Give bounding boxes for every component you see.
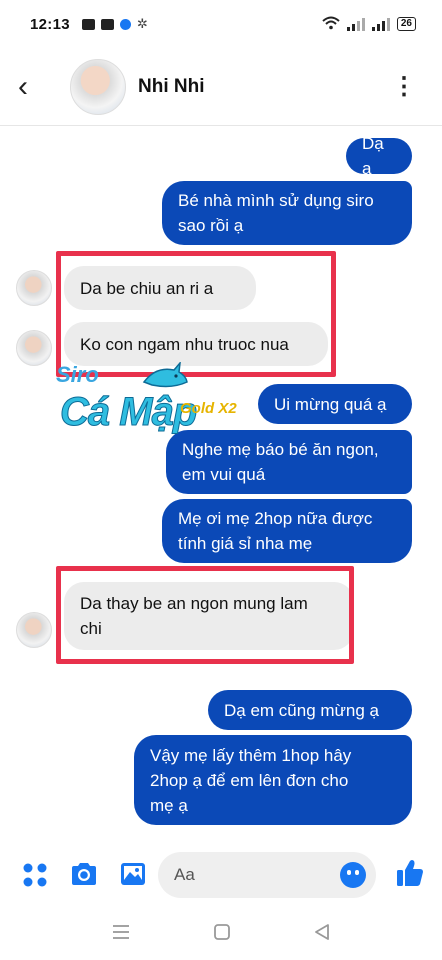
status-bar: 12:13 ✲ 26 xyxy=(0,0,442,48)
back-arrow-icon[interactable]: ‹ xyxy=(18,71,58,102)
camera-icon[interactable] xyxy=(70,861,98,887)
contact-name[interactable]: Nhi Nhi xyxy=(138,76,205,98)
bug-icon: ✲ xyxy=(136,16,148,31)
battery-indicator: 26 xyxy=(396,17,416,31)
message-text: Mẹ ơi mẹ 2hop nữa được xyxy=(178,509,373,528)
wifi-icon xyxy=(322,16,340,33)
message-text: em vui quá xyxy=(182,465,266,484)
message-text: 2hop ạ để em lên đơn cho xyxy=(150,770,349,790)
message-text: Dạ em cũng mừng ạ xyxy=(224,700,380,720)
message-bubble-outgoing[interactable]: Dạ ạ xyxy=(346,134,412,178)
sender-avatar[interactable] xyxy=(16,270,52,306)
message-text: Dạ ạ xyxy=(362,134,384,178)
shark-icon xyxy=(142,362,188,388)
message-input[interactable]: Aa xyxy=(158,852,376,898)
message-composer: Aa xyxy=(0,846,442,904)
back-triangle-icon[interactable] xyxy=(314,923,330,941)
message-input-placeholder: Aa xyxy=(174,865,195,884)
app-notification-icon xyxy=(100,18,114,30)
message-text: Vậy mẹ lấy thêm 1hop hây xyxy=(150,745,352,765)
message-text: Ui mừng quá ạ xyxy=(274,394,387,414)
logo-gold-text: Gold X2 xyxy=(180,400,237,417)
chat-header: ‹ Nhi Nhi ⋮ xyxy=(0,48,442,126)
message-bubble-outgoing[interactable]: Ui mừng quá ạ xyxy=(258,384,412,424)
message-text: mẹ ạ xyxy=(150,795,188,815)
brand-logo-watermark: Siro Cá Mập Gold X2 xyxy=(56,362,266,462)
message-bubble-outgoing[interactable]: Bé nhà mình sử dụng siro sao rồi ạ xyxy=(162,181,412,245)
sender-avatar[interactable] xyxy=(16,612,52,648)
status-right: 26 xyxy=(322,16,416,33)
home-icon[interactable] xyxy=(213,923,231,941)
signal-icon-2 xyxy=(371,17,390,31)
highlight-box xyxy=(56,251,336,377)
message-text: tính giá sỉ nha mẹ xyxy=(178,534,313,553)
sender-avatar[interactable] xyxy=(16,330,52,366)
image-icon[interactable] xyxy=(120,861,146,887)
logo-siro-text: Siro xyxy=(56,362,99,387)
message-bubble-outgoing[interactable]: Mẹ ơi mẹ 2hop nữa được tính giá sỉ nha m… xyxy=(162,499,412,563)
messenger-icon xyxy=(119,18,131,30)
status-time: 12:13 xyxy=(30,15,70,33)
contact-avatar[interactable] xyxy=(70,58,126,115)
four-dots-icon[interactable] xyxy=(22,862,48,888)
logo-brand-text: Cá Mập xyxy=(59,390,197,435)
more-options-icon[interactable]: ⋮ xyxy=(392,74,416,99)
signal-icon-1 xyxy=(346,17,365,31)
message-bubble-outgoing[interactable]: Dạ em cũng mừng ạ xyxy=(208,690,412,730)
message-text: Bé nhà mình sử dụng siro xyxy=(178,191,374,210)
message-text: sao rồi ạ xyxy=(178,216,244,235)
smiley-icon[interactable] xyxy=(340,862,366,888)
notification-icons: ✲ xyxy=(81,16,148,32)
system-navigation-bar xyxy=(0,904,442,960)
youtube-icon xyxy=(81,18,95,30)
recent-apps-icon[interactable] xyxy=(112,924,130,940)
highlight-box xyxy=(56,566,354,664)
thumbs-up-icon[interactable] xyxy=(396,858,424,888)
message-bubble-outgoing[interactable]: Vậy mẹ lấy thêm 1hop hây 2hop ạ để em lê… xyxy=(134,735,412,825)
